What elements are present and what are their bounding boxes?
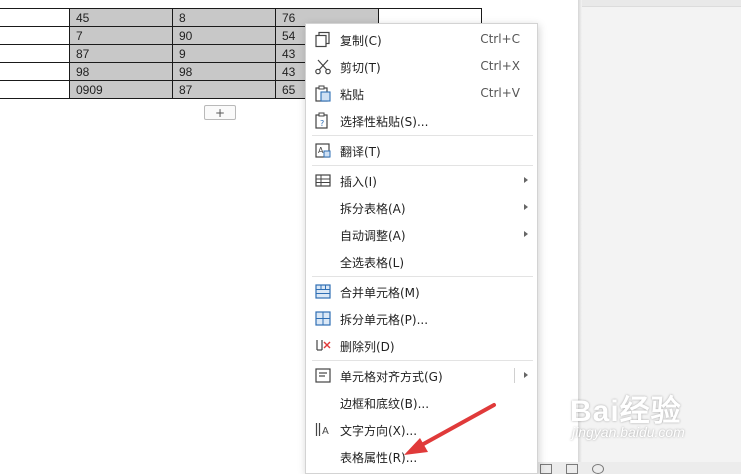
menu-item-cut[interactable]: 剪切(T) Ctrl+X [306,53,537,80]
watermark-url: jingyan.baidu.com [572,424,685,440]
svg-text:?: ? [320,119,324,128]
menu-item-label: 文字方向(X)... [340,424,418,438]
menu-item-insert[interactable]: 插入(I) [306,167,537,194]
menu-item-label: 单元格对齐方式(G) [340,370,443,384]
svg-text:A: A [322,426,329,437]
menu-shortcut: Ctrl+V [480,86,520,100]
menu-item-borders[interactable]: 边框和底纹(B)... [306,389,537,416]
paste-icon [315,85,331,102]
menu-item-label: 删除列(D) [340,340,395,354]
menu-separator [312,360,533,361]
menu-item-label: 全选表格(L) [340,256,405,270]
menu-item-autofit[interactable]: 自动调整(A) [306,221,537,248]
menu-item-table-properties[interactable]: 表格属性(R)... [306,443,537,470]
table-cell[interactable]: 9 [172,44,276,63]
table-cell[interactable]: 87 [172,80,276,99]
submenu-divider [514,368,515,383]
menu-item-label: 自动调整(A) [340,229,406,243]
text-direction-icon: A [315,423,329,437]
menu-item-translate[interactable]: A 翻译(T) [306,137,537,164]
baidu-jingyan-watermark: Bai经验 jingyan.baidu.com [560,386,741,466]
menu-item-paste-special[interactable]: ? 选择性粘贴(S)... [306,107,537,134]
table-cell[interactable]: 98 [172,62,276,81]
menu-item-label: 复制(C) [340,34,382,48]
menu-item-label: 剪切(T) [340,61,381,75]
menu-item-merge-cells[interactable]: 合并单元格(M) [306,278,537,305]
menu-item-split-cells[interactable]: 拆分单元格(P)... [306,305,537,332]
svg-text:A: A [318,146,324,155]
scissors-icon [315,59,331,75]
table-cell[interactable] [0,62,70,81]
copy-icon [315,31,330,48]
menu-item-label: 翻译(T) [340,145,381,159]
cell-align-icon [315,368,331,383]
menu-shortcut: Ctrl+C [480,32,520,46]
menu-item-label: 拆分表格(A) [340,202,406,216]
table-cell[interactable]: 0909 [69,80,173,99]
table-cell[interactable] [0,44,70,63]
table-cell[interactable]: 8 [172,8,276,27]
menu-item-label: 边框和底纹(B)... [340,397,430,411]
menu-item-delete-column[interactable]: 删除列(D) [306,332,537,359]
menu-separator [312,276,533,277]
delete-column-icon [316,340,331,351]
table-cell[interactable]: 90 [172,26,276,45]
add-row-button[interactable]: + [204,105,236,120]
view-mode-icon[interactable] [540,464,552,474]
context-menu: 复制(C) Ctrl+C 剪切(T) Ctrl+X 粘贴 Ctrl+V ? 选择… [305,23,538,474]
submenu-arrow-icon [524,372,528,378]
menu-item-text-direction[interactable]: A 文字方向(X)... [306,416,537,443]
menu-separator [312,135,533,136]
submenu-arrow-icon [524,231,528,237]
menu-item-select-table[interactable]: 全选表格(L) [306,248,537,275]
paste-special-icon: ? [315,112,328,129]
menu-item-label: 表格属性(R)... [340,451,418,465]
table-insert-icon [315,174,331,187]
menu-separator [312,165,533,166]
menu-item-label: 粘贴 [340,88,365,102]
table-cell[interactable]: 87 [69,44,173,63]
menu-item-cell-alignment[interactable]: 单元格对齐方式(G) [306,362,537,389]
table-cell[interactable]: 7 [69,26,173,45]
menu-item-copy[interactable]: 复制(C) Ctrl+C [306,26,537,53]
submenu-arrow-icon [524,177,528,183]
menu-item-label: 插入(I) [340,175,377,189]
table-cell[interactable] [0,80,70,99]
table-cell[interactable]: 98 [69,62,173,81]
menu-item-label: 合并单元格(M) [340,286,420,300]
translate-icon: A [315,143,331,158]
toolbar-strip [582,0,741,7]
table-cell[interactable] [0,26,70,45]
table-cell[interactable] [0,8,70,27]
menu-item-label: 选择性粘贴(S)... [340,115,429,129]
menu-item-label: 拆分单元格(P)... [340,313,429,327]
menu-item-split-table[interactable]: 拆分表格(A) [306,194,537,221]
merge-cells-icon [315,284,331,299]
menu-item-paste[interactable]: 粘贴 Ctrl+V [306,80,537,107]
split-cells-icon [315,311,331,326]
submenu-arrow-icon [524,204,528,210]
table-cell[interactable]: 45 [69,8,173,27]
menu-shortcut: Ctrl+X [480,59,520,73]
